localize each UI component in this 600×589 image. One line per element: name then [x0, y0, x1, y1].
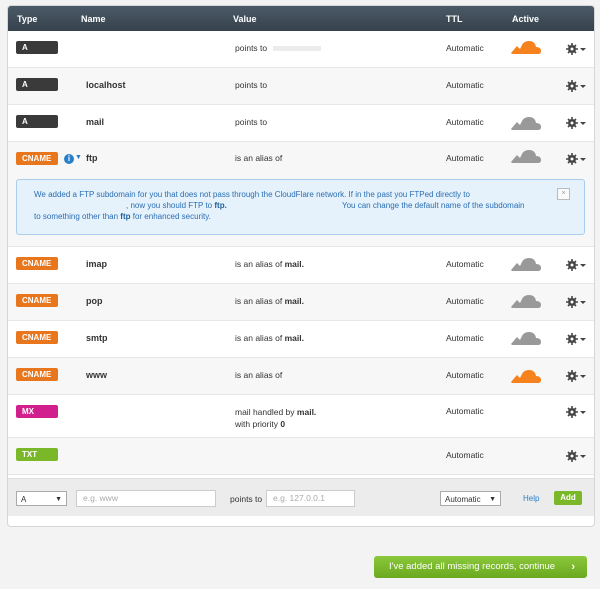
- record-value: points to: [235, 117, 268, 127]
- header-name: Name: [81, 14, 106, 24]
- record-value: is an alias of mail.: [235, 333, 304, 343]
- table-row: A mail points to Automatic: [8, 105, 594, 142]
- gear-icon[interactable]: [566, 153, 586, 165]
- record-name: www: [86, 370, 108, 380]
- cloud-on-icon[interactable]: [508, 366, 544, 386]
- table-row: A points to Automatic: [8, 31, 594, 68]
- table-row: CNAME smtp is an alias of mail. Automati…: [8, 321, 594, 358]
- record-ttl: Automatic: [446, 43, 484, 53]
- record-name: mail: [86, 117, 105, 127]
- cloud-off-icon[interactable]: [508, 254, 544, 274]
- record-value: is an alias of mail.: [235, 296, 304, 306]
- record-ttl: Automatic: [446, 153, 484, 163]
- header-active: Active: [512, 14, 540, 24]
- ftp-notice: We added a FTP subdomain for you that do…: [16, 179, 585, 235]
- gear-icon[interactable]: [566, 406, 586, 418]
- notice-line1: We added a FTP subdomain for you that do…: [34, 190, 470, 199]
- notice-line3: to something other than ftp for enhanced…: [34, 212, 211, 221]
- record-type-select[interactable]: A ▼: [16, 491, 67, 506]
- record-value: points to: [235, 43, 322, 53]
- record-name: localhost: [86, 80, 126, 90]
- cloud-off-icon[interactable]: [508, 146, 544, 166]
- record-ttl: Automatic: [446, 117, 484, 127]
- type-badge: TXT: [16, 448, 58, 461]
- info-icon[interactable]: i: [64, 154, 74, 164]
- header-type: Type: [17, 14, 38, 24]
- gear-icon[interactable]: [566, 43, 586, 55]
- cloud-off-icon[interactable]: [508, 328, 544, 348]
- table-row: CNAME www is an alias of Automatic: [8, 358, 594, 395]
- record-ttl: Automatic: [446, 259, 484, 269]
- type-badge: CNAME: [16, 152, 58, 165]
- table-row: CNAME imap is an alias of mail. Automati…: [8, 247, 594, 284]
- table-row: TXT Automatic: [8, 438, 594, 475]
- gear-icon[interactable]: [566, 333, 586, 345]
- record-name: smtp: [86, 333, 108, 343]
- cloud-on-icon[interactable]: [508, 37, 544, 57]
- cloud-off-icon[interactable]: [508, 291, 544, 311]
- record-name: pop: [86, 296, 103, 306]
- record-ttl: Automatic: [446, 80, 484, 90]
- record-value: points to: [235, 80, 268, 90]
- record-name: ftp: [86, 153, 98, 163]
- chevron-down-icon: ▼: [489, 496, 496, 503]
- record-value: is an alias of: [235, 370, 283, 380]
- record-ttl: Automatic: [446, 406, 484, 416]
- chevron-right-icon: ›: [571, 561, 575, 573]
- record-ttl: Automatic: [446, 333, 484, 343]
- record-ttl: Automatic: [446, 450, 484, 460]
- type-badge: A: [16, 41, 58, 54]
- type-badge: MX: [16, 405, 58, 418]
- record-name-input[interactable]: e.g. www: [76, 490, 216, 507]
- table-row: CNAME i ▼ ftp is an alias of Automatic W…: [8, 142, 594, 247]
- record-name: imap: [86, 259, 108, 269]
- cloud-off-icon[interactable]: [508, 113, 544, 133]
- table-row: A localhost points to Automatic: [8, 68, 594, 105]
- header-ttl: TTL: [446, 14, 463, 24]
- type-badge: CNAME: [16, 257, 58, 270]
- close-icon[interactable]: ×: [557, 188, 570, 200]
- header-value: Value: [233, 14, 257, 24]
- gear-icon[interactable]: [566, 370, 586, 382]
- chevron-down-icon: ▼: [55, 496, 62, 503]
- help-link[interactable]: Help: [523, 494, 539, 503]
- continue-button[interactable]: I've added all missing records, continue…: [374, 556, 587, 578]
- dns-records-panel: Type Name Value TTL Active A points to A…: [7, 5, 595, 527]
- type-badge: A: [16, 78, 58, 91]
- type-badge: CNAME: [16, 368, 58, 381]
- table-row: CNAME pop is an alias of mail. Automatic: [8, 284, 594, 321]
- points-to-label: points to: [230, 494, 263, 504]
- record-ttl: Automatic: [446, 296, 484, 306]
- gear-icon[interactable]: [566, 117, 586, 129]
- notice-line2: , now you should FTP to ftp. You can cha…: [126, 201, 525, 210]
- type-badge: CNAME: [16, 331, 58, 344]
- add-record-row: A ▼ e.g. www points to e.g. 127.0.0.1 Aut…: [8, 478, 594, 516]
- table-row: MX mail handled by mail. with priority 0…: [8, 395, 594, 438]
- table-header: Type Name Value TTL Active: [8, 6, 594, 31]
- gear-icon[interactable]: [566, 80, 586, 92]
- record-value: is an alias of mail.: [235, 259, 304, 269]
- gear-icon[interactable]: [566, 450, 586, 462]
- ttl-select[interactable]: Automatic ▼: [440, 491, 501, 506]
- type-badge: CNAME: [16, 294, 58, 307]
- add-record-button[interactable]: Add: [554, 491, 582, 505]
- chevron-down-icon[interactable]: ▼: [75, 154, 82, 161]
- gear-icon[interactable]: [566, 296, 586, 308]
- gear-icon[interactable]: [566, 259, 586, 271]
- record-value: mail handled by mail. with priority 0: [235, 407, 317, 429]
- record-value-input[interactable]: e.g. 127.0.0.1: [266, 490, 355, 507]
- record-value: is an alias of: [235, 153, 283, 163]
- record-ttl: Automatic: [446, 370, 484, 380]
- type-badge: A: [16, 115, 58, 128]
